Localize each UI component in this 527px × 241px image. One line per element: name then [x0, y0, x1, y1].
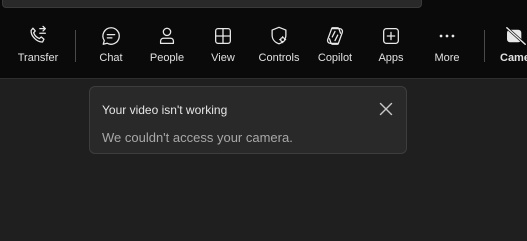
close-icon[interactable]	[378, 101, 394, 117]
camera-button[interactable]: Camera	[500, 24, 527, 72]
copilot-icon	[323, 24, 347, 48]
people-button[interactable]: People	[148, 24, 186, 72]
more-dots-icon	[435, 24, 459, 48]
apps-label: Apps	[378, 52, 404, 64]
controls-button[interactable]: Controls	[256, 24, 302, 72]
apps-button[interactable]: Apps	[376, 24, 406, 72]
view-button[interactable]: View	[208, 24, 238, 72]
chat-button[interactable]: Chat	[96, 24, 126, 72]
chat-icon	[99, 24, 123, 48]
people-label: People	[149, 52, 185, 64]
people-icon	[155, 24, 179, 48]
toolbar-divider	[75, 30, 76, 62]
toast-message: We couldn't access your camera.	[102, 130, 293, 145]
grid-view-icon	[211, 24, 235, 48]
camera-off-icon	[504, 24, 527, 48]
meeting-window: Transfer Chat People View Controls Copil…	[0, 0, 527, 241]
phone-transfer-icon	[26, 24, 50, 48]
chat-label: Chat	[99, 52, 123, 64]
camera-label: Camera	[500, 52, 527, 64]
title-strip	[0, 0, 527, 14]
title-bar-remnant	[2, 0, 422, 8]
shield-gear-icon	[267, 24, 291, 48]
camera-error-toast: Your video isn't working We couldn't acc…	[89, 86, 407, 154]
view-label: View	[211, 52, 235, 64]
transfer-button[interactable]: Transfer	[16, 24, 60, 72]
controls-label: Controls	[258, 52, 300, 64]
transfer-label: Transfer	[17, 52, 59, 64]
copilot-label: Copilot	[317, 52, 353, 64]
toast-title: Your video isn't working	[102, 103, 228, 117]
add-app-icon	[379, 24, 403, 48]
more-button[interactable]: More	[432, 24, 462, 72]
meeting-toolbar: Transfer Chat People View Controls Copil…	[0, 14, 527, 79]
toolbar-divider	[484, 30, 485, 62]
more-label: More	[434, 52, 460, 64]
copilot-button[interactable]: Copilot	[315, 24, 355, 72]
